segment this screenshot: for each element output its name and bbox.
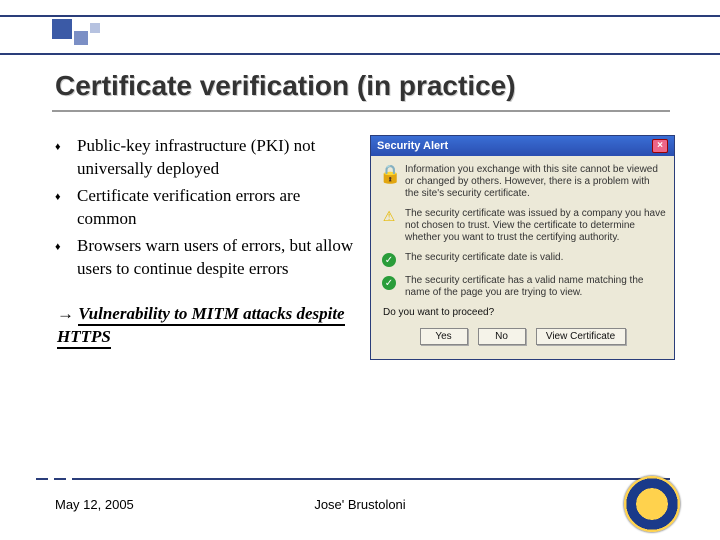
dialog-item-text: The security certificate has a valid nam… <box>399 275 666 299</box>
arrow-icon: → <box>57 304 74 323</box>
dialog-item-text: The security certificate was issued by a… <box>399 208 666 244</box>
footer-author: Jose' Brustoloni <box>0 497 720 512</box>
slide-title: Certificate verification (in practice) <box>55 70 516 102</box>
warning-icon: ⚠ <box>379 208 399 244</box>
top-border <box>0 15 720 55</box>
bullet-item: Public-key infrastructure (PKI) not univ… <box>55 135 355 181</box>
check-icon: ✓ <box>379 252 399 267</box>
no-button[interactable]: No <box>478 328 526 345</box>
dialog-buttons: Yes No View Certificate <box>379 326 666 351</box>
yes-button[interactable]: Yes <box>420 328 468 345</box>
dialog-intro-text: Information you exchange with this site … <box>399 164 666 200</box>
dialog-body: 🔒 Information you exchange with this sit… <box>371 156 674 359</box>
vulnerability-text: Vulnerability to MITM attacks despite HT… <box>57 304 345 349</box>
check-icon: ✓ <box>379 275 399 299</box>
slide-body: Public-key infrastructure (PKI) not univ… <box>55 135 355 349</box>
view-certificate-button[interactable]: View Certificate <box>536 328 626 345</box>
dialog-titlebar: Security Alert × <box>371 136 674 156</box>
dialog-item-text: The security certificate date is valid. <box>399 252 666 267</box>
vulnerability-line: → Vulnerability to MITM attacks despite … <box>55 303 355 349</box>
bullet-item: Certificate verification errors are comm… <box>55 185 355 231</box>
title-underline <box>52 110 670 112</box>
footer-divider <box>36 478 670 480</box>
university-seal-icon <box>624 476 680 532</box>
dialog-title-text: Security Alert <box>377 140 448 152</box>
bullet-list: Public-key infrastructure (PKI) not univ… <box>55 135 355 281</box>
lock-icon: 🔒 <box>379 164 399 200</box>
dialog-question: Do you want to proceed? <box>383 307 666 318</box>
security-alert-dialog: Security Alert × 🔒 Information you excha… <box>370 135 675 360</box>
close-icon[interactable]: × <box>652 139 668 153</box>
bullet-item: Browsers warn users of errors, but allow… <box>55 235 355 281</box>
